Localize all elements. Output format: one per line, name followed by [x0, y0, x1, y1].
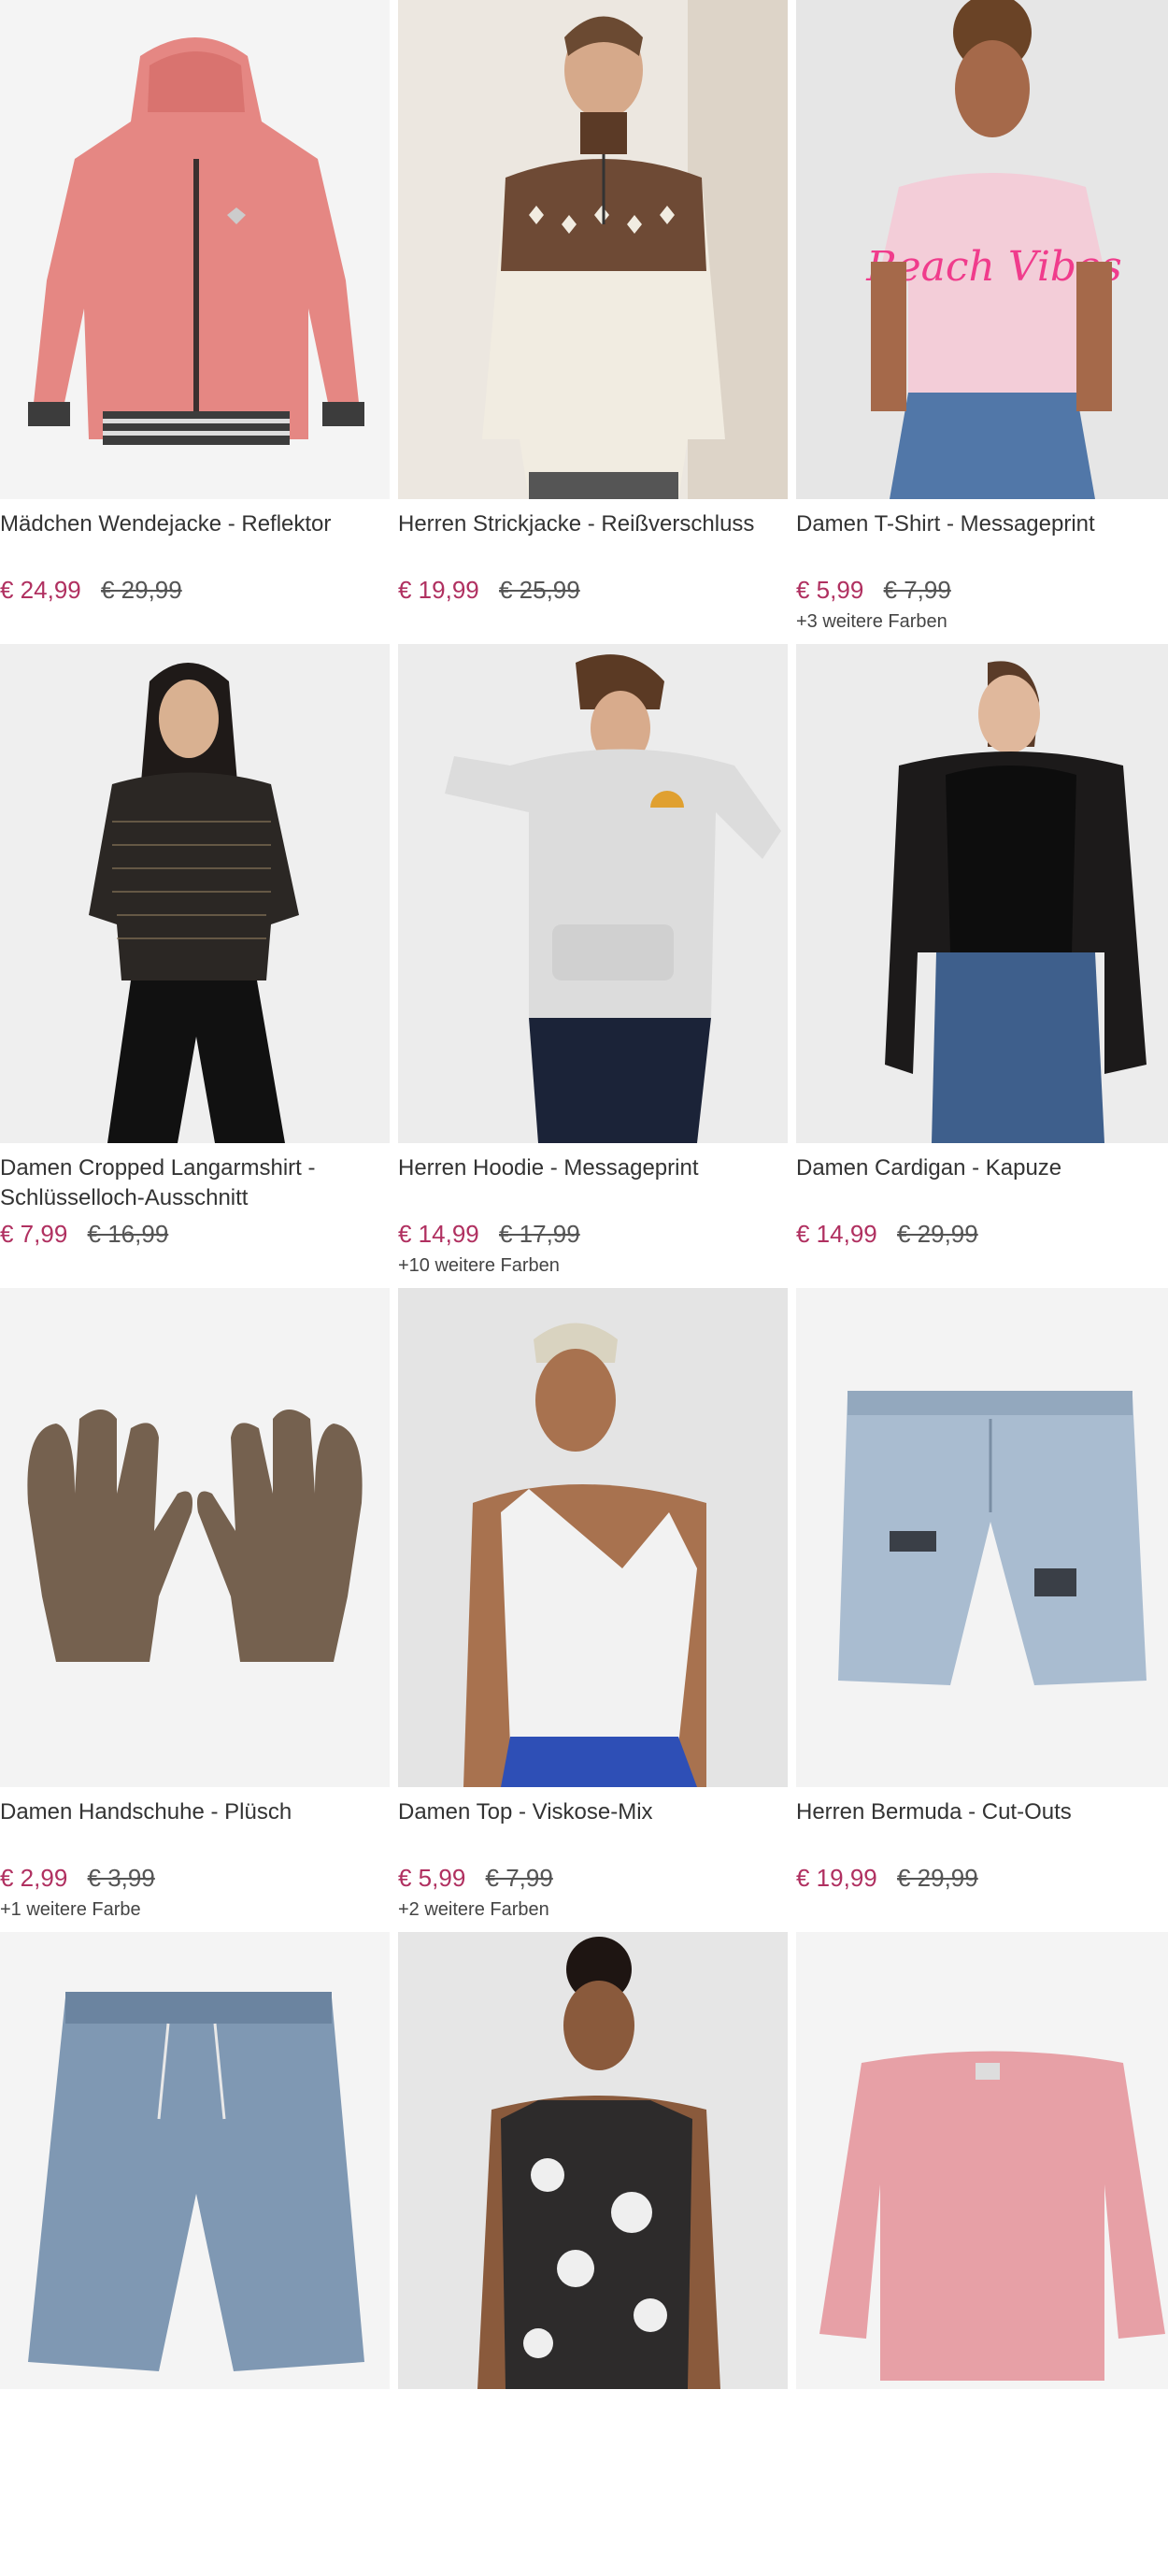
product-name[interactable]: Damen Handschuhe - Plüsch — [0, 1797, 386, 1827]
current-price: € 19,99 — [796, 1864, 877, 1892]
old-price: € 29,99 — [100, 576, 182, 604]
product-image-man-grey-hoodie[interactable] — [398, 644, 788, 1143]
product-image-woman-black-glitter-top[interactable] — [0, 644, 390, 1143]
product-image-woman-white-one-shoulder-top[interactable] — [398, 1288, 788, 1787]
old-price: € 25,99 — [498, 576, 580, 604]
more-colors-link[interactable]: +1 weitere Farbe — [0, 1899, 141, 1921]
product-image-brown-plush-gloves[interactable] — [0, 1288, 390, 1787]
product-image-pink-sweater[interactable] — [796, 1932, 1168, 2389]
current-price: € 19,99 — [398, 576, 479, 604]
product-image-light-denim-bermuda[interactable] — [796, 1288, 1168, 1787]
product-prices: € 5,99 € 7,99 — [796, 575, 951, 605]
current-price: € 5,99 — [398, 1864, 466, 1892]
product-name[interactable]: Damen T-Shirt - Messageprint — [796, 509, 1168, 539]
product-card[interactable]: Damen Cardigan - Kapuze € 14,99 € 29,99 — [796, 644, 1168, 1288]
product-card[interactable]: Damen Handschuhe - Plüsch € 2,99 € 3,99 … — [0, 1288, 390, 1932]
product-prices: € 14,99 € 17,99 — [398, 1219, 580, 1249]
old-price: € 7,99 — [883, 576, 951, 604]
product-image-woman-pink-tshirt[interactable]: Beach Vibes — [796, 0, 1168, 499]
old-price: € 17,99 — [498, 1220, 580, 1248]
product-name[interactable]: Herren Strickjacke - Reißverschluss — [398, 509, 784, 539]
product-image-woman-black-cardigan[interactable] — [796, 644, 1168, 1143]
product-name[interactable]: Damen Cropped Langarmshirt - Schlüssello… — [0, 1153, 386, 1213]
product-prices: € 2,99 € 3,99 — [0, 1863, 155, 1893]
product-grid: Mädchen Wendejacke - Reflektor € 24,99 €… — [0, 0, 1168, 2576]
old-price: € 16,99 — [87, 1220, 169, 1248]
current-price: € 24,99 — [0, 576, 81, 604]
product-card[interactable]: Herren Hoodie - Messageprint € 14,99 € 1… — [398, 644, 788, 1288]
more-colors-link[interactable]: +10 weitere Farben — [398, 1255, 560, 1277]
product-card[interactable] — [796, 1932, 1168, 2576]
current-price: € 14,99 — [398, 1220, 479, 1248]
product-prices: € 7,99 € 16,99 — [0, 1219, 168, 1249]
product-prices: € 14,99 € 29,99 — [796, 1219, 978, 1249]
old-price: € 29,99 — [896, 1220, 978, 1248]
product-prices: € 19,99 € 29,99 — [796, 1863, 978, 1893]
product-prices: € 19,99 € 25,99 — [398, 575, 580, 605]
product-image-pink-quilted-jacket[interactable] — [0, 0, 390, 499]
product-prices: € 5,99 € 7,99 — [398, 1863, 553, 1893]
current-price: € 14,99 — [796, 1220, 877, 1248]
product-card[interactable]: Mädchen Wendejacke - Reflektor € 24,99 €… — [0, 0, 390, 644]
old-price: € 7,99 — [485, 1864, 553, 1892]
more-colors-link[interactable]: +2 weitere Farben — [398, 1899, 549, 1921]
current-price: € 5,99 — [796, 576, 864, 604]
old-price: € 3,99 — [87, 1864, 155, 1892]
product-name[interactable]: Damen Top - Viskose-Mix — [398, 1797, 784, 1827]
product-card[interactable] — [0, 1932, 390, 2576]
product-name[interactable]: Mädchen Wendejacke - Reflektor — [0, 509, 386, 539]
product-card[interactable]: Damen Top - Viskose-Mix € 5,99 € 7,99 +2… — [398, 1288, 788, 1932]
product-prices: € 24,99 € 29,99 — [0, 575, 182, 605]
current-price: € 7,99 — [0, 1220, 68, 1248]
more-colors-link[interactable]: +3 weitere Farben — [796, 611, 947, 633]
product-name[interactable]: Herren Hoodie - Messageprint — [398, 1153, 784, 1183]
product-card[interactable] — [398, 1932, 788, 2576]
product-card[interactable]: Beach Vibes Damen T-Shirt - Messageprint… — [796, 0, 1168, 644]
product-card[interactable]: Damen Cropped Langarmshirt - Schlüssello… — [0, 644, 390, 1288]
old-price: € 29,99 — [896, 1864, 978, 1892]
product-card[interactable]: Herren Bermuda - Cut-Outs € 19,99 € 29,9… — [796, 1288, 1168, 1932]
product-image-denim-jogger-shorts[interactable] — [0, 1932, 390, 2389]
product-name[interactable]: Herren Bermuda - Cut-Outs — [796, 1797, 1168, 1827]
product-card[interactable]: Herren Strickjacke - Reißverschluss € 19… — [398, 0, 788, 644]
product-image-woman-floral-top[interactable] — [398, 1932, 788, 2389]
product-image-man-norwegian-knit-sweater[interactable] — [398, 0, 788, 499]
product-name[interactable]: Damen Cardigan - Kapuze — [796, 1153, 1168, 1183]
current-price: € 2,99 — [0, 1864, 68, 1892]
